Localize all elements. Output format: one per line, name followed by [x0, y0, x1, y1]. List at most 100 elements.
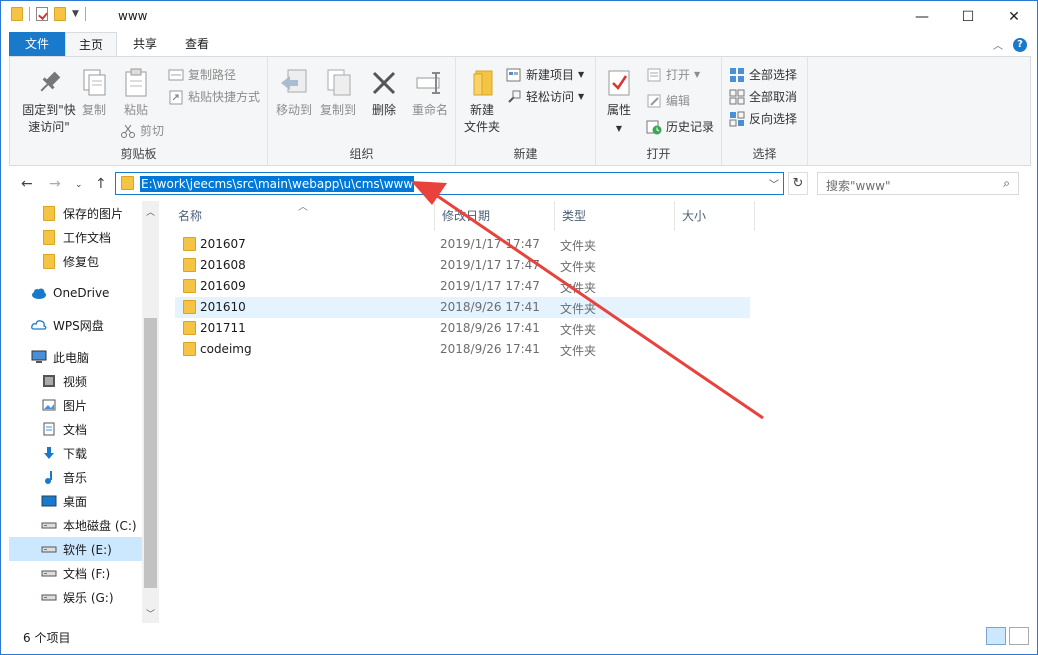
file-row[interactable]: 201607 2019/1/17 17:47 文件夹	[175, 234, 750, 255]
move-to-button[interactable]: 移动到	[274, 67, 314, 119]
nav-item[interactable]: 下载	[9, 441, 142, 465]
history-button[interactable]: 历史记录	[646, 118, 714, 135]
nav-item[interactable]: 音乐	[9, 465, 142, 489]
customize-toolbar-dropdown-icon[interactable]: ▼	[72, 9, 79, 19]
search-icon[interactable]: ⌕	[1003, 176, 1010, 191]
nav-item[interactable]: 保存的图片	[9, 201, 142, 225]
delete-button[interactable]: 删除	[366, 67, 402, 119]
folder-icon	[183, 279, 196, 293]
open-label: 打开	[666, 68, 691, 82]
properties-check-icon[interactable]	[36, 7, 48, 21]
refresh-button[interactable]: ↻	[788, 172, 808, 195]
help-icon[interactable]: ?	[1013, 37, 1027, 52]
nav-scrollbar[interactable]: ︿ ﹀	[142, 201, 159, 623]
tab-view[interactable]: 查看	[171, 32, 223, 57]
nav-item[interactable]: 图片	[9, 393, 142, 417]
large-icons-view-icon[interactable]	[1009, 627, 1029, 645]
invert-selection-button[interactable]: 反向选择	[729, 110, 797, 127]
file-list-pane: ︿ 名称 修改日期 类型 大小 201607 2019/1/17 17:47 文件夹…	[161, 201, 1031, 623]
file-type: 文件夹	[560, 239, 597, 253]
back-arrow-icon[interactable]: ←	[21, 176, 33, 192]
up-arrow-icon[interactable]: ↑	[95, 176, 107, 192]
file-row[interactable]: 201711 2018/9/26 17:41 文件夹	[175, 318, 750, 339]
nav-item[interactable]: 文档 (F:)	[9, 561, 142, 585]
dropdown-caret-icon: ▼	[578, 92, 585, 101]
address-row: ← → ⌄ ↑ E:\work\jeecms\src\main\webapp\u…	[1, 167, 1037, 201]
column-header-type[interactable]: 类型	[555, 201, 675, 231]
file-modified: 2018/9/26 17:41	[440, 342, 540, 356]
collapse-ribbon-icon[interactable]: ︿	[993, 37, 1003, 52]
scroll-down-icon[interactable]: ﹀	[146, 607, 155, 620]
tab-share[interactable]: 共享	[119, 32, 171, 57]
properties-button[interactable]: 属性 ▼	[600, 67, 638, 137]
maximize-button[interactable]: ☐	[945, 1, 991, 32]
address-bar[interactable]: E:\work\jeecms\src\main\webapp\u\cms\www…	[115, 172, 784, 195]
explorer-window: ▼ www — ☐ ✕ 文件 主页 共享 查看 ︿ ? 固定到"快 速访问" 复…	[0, 0, 1038, 655]
file-row[interactable]: 201608 2019/1/17 17:47 文件夹	[175, 255, 750, 276]
nav-item[interactable]: 工作文档	[9, 225, 142, 249]
delete-label: 删除	[371, 103, 396, 117]
nav-item-label: 下载	[63, 446, 88, 461]
drive-icon	[41, 520, 57, 530]
tab-home[interactable]: 主页	[65, 32, 117, 57]
address-dropdown-icon[interactable]: ﹀	[769, 176, 779, 191]
video-icon	[41, 374, 57, 388]
folder-icon	[11, 7, 23, 21]
rename-button[interactable]: 重命名	[408, 67, 452, 119]
copy-path-button[interactable]: 复制路径	[168, 66, 236, 83]
forward-arrow-icon[interactable]: →	[49, 176, 61, 192]
select-all-button[interactable]: 全部选择	[729, 66, 797, 83]
nav-item-label: 此电脑	[53, 350, 90, 365]
scroll-up-icon[interactable]: ︿	[146, 205, 155, 218]
column-header-name[interactable]: 名称	[171, 201, 435, 231]
minimize-button[interactable]: —	[899, 1, 945, 32]
nav-item[interactable]: 软件 (E:)	[9, 537, 142, 561]
column-header-modified[interactable]: 修改日期	[435, 201, 555, 231]
easy-access-icon	[506, 89, 522, 105]
file-row[interactable]: codeimg 2018/9/26 17:41 文件夹	[175, 339, 750, 360]
column-header-size[interactable]: 大小	[675, 201, 755, 231]
details-view-icon[interactable]	[986, 627, 1006, 645]
pin-label-line2: 速访问"	[28, 120, 70, 134]
nav-item[interactable]: OneDrive	[9, 281, 142, 305]
nav-item[interactable]: 此电脑	[9, 345, 142, 369]
paste-shortcut-button[interactable]: 粘贴快捷方式	[168, 88, 260, 105]
nav-item-label: 娱乐 (G:)	[63, 590, 114, 605]
copy-button[interactable]: 复制	[76, 67, 112, 119]
cut-button[interactable]: 剪切	[120, 122, 164, 139]
close-button[interactable]: ✕	[991, 1, 1037, 32]
new-folder-button[interactable]: 新建 文件夹	[460, 67, 504, 136]
scrollbar-thumb[interactable]	[144, 318, 157, 588]
new-item-button[interactable]: 新建项目 ▼	[506, 66, 584, 83]
nav-item-label: 桌面	[63, 494, 88, 509]
status-bar: 6 个项目	[1, 623, 1037, 654]
address-path[interactable]: E:\work\jeecms\src\main\webapp\u\cms\www	[140, 176, 415, 192]
file-row[interactable]: 201609 2019/1/17 17:47 文件夹	[175, 276, 750, 297]
copy-to-button[interactable]: 复制到	[318, 67, 358, 119]
nav-item[interactable]: 本地磁盘 (C:)	[9, 513, 142, 537]
title-bar: ▼ www — ☐ ✕	[1, 1, 1037, 32]
nav-item[interactable]: 视频	[9, 369, 142, 393]
file-type: 文件夹	[560, 260, 597, 274]
edit-button[interactable]: 编辑	[646, 92, 690, 109]
nav-item[interactable]: 文档	[9, 417, 142, 441]
open-icon	[646, 67, 662, 83]
nav-item[interactable]: WPS网盘	[9, 313, 142, 337]
rename-icon	[414, 67, 446, 99]
paste-button[interactable]: 粘贴	[118, 67, 154, 119]
new-folder-icon[interactable]	[54, 7, 66, 21]
nav-item[interactable]: 修复包	[9, 249, 142, 273]
nav-item[interactable]: 娱乐 (G:)	[9, 585, 142, 609]
pin-quick-access-button[interactable]: 固定到"快 速访问"	[15, 67, 83, 136]
file-type: 文件夹	[560, 302, 597, 316]
select-none-button[interactable]: 全部取消	[729, 88, 797, 105]
recent-locations-chevron-icon[interactable]: ⌄	[75, 180, 83, 190]
organize-group: 移动到 复制到 删除 重命名 组织	[268, 57, 456, 165]
easy-access-button[interactable]: 轻松访问 ▼	[506, 88, 584, 105]
nav-item-label: 文档 (F:)	[63, 566, 111, 581]
open-button[interactable]: 打开 ▼	[646, 66, 700, 83]
search-box[interactable]: 搜索"www" ⌕	[817, 172, 1019, 195]
file-row[interactable]: 201610 2018/9/26 17:41 文件夹	[175, 297, 750, 318]
tab-file[interactable]: 文件	[9, 32, 65, 57]
nav-item[interactable]: 桌面	[9, 489, 142, 513]
